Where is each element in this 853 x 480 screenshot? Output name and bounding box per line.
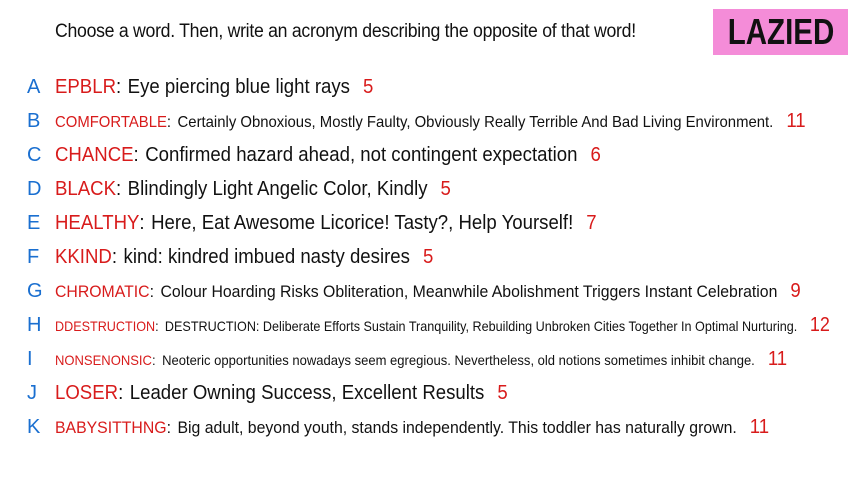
item-acronym: Colour Hoarding Risks Obliteration, Mean… bbox=[160, 281, 778, 301]
item-word: CHANCE bbox=[55, 143, 134, 166]
list-item-d: D BLACK: Blindingly Light Angelic Color,… bbox=[0, 172, 853, 206]
item-word: BLACK bbox=[55, 177, 117, 200]
item-content: KKIND: kind: kindred imbued nasty desire… bbox=[55, 245, 434, 268]
list-item-i: I NONSENONSIC: Neoteric opportunities no… bbox=[0, 342, 853, 376]
item-letter: K bbox=[27, 415, 41, 438]
item-count: 11 bbox=[786, 109, 806, 132]
list-item-b: B COMFORTABLE: Certainly Obnoxious, Most… bbox=[0, 104, 853, 138]
list-item-a: A EPBLR: Eye piercing blue light rays 5 bbox=[0, 70, 853, 104]
item-count: 9 bbox=[790, 279, 801, 302]
list-item-g: G CHROMATIC: Colour Hoarding Risks Oblit… bbox=[0, 274, 853, 308]
item-acronym: Neoteric opportunities nowadays seem egr… bbox=[162, 351, 755, 368]
item-acronym: Here, Eat Awesome Licorice! Tasty?, Help… bbox=[151, 211, 574, 234]
item-word: EPBLR bbox=[55, 75, 117, 98]
prompt-text: Choose a word. Then, write an acronym de… bbox=[55, 21, 636, 42]
item-word: CHROMATIC bbox=[55, 281, 150, 301]
item-acronym: Blindingly Light Angelic Color, Kindly bbox=[127, 177, 428, 200]
item-content: HEALTHY: Here, Eat Awesome Licorice! Tas… bbox=[55, 211, 597, 234]
item-content: COMFORTABLE: Certainly Obnoxious, Mostly… bbox=[55, 109, 806, 132]
item-count: 5 bbox=[362, 75, 374, 98]
item-content: BLACK: Blindingly Light Angelic Color, K… bbox=[55, 177, 451, 200]
title-badge: LAZIED bbox=[713, 9, 848, 55]
item-acronym: kind: kindred imbued nasty desires bbox=[123, 245, 410, 268]
item-content: LOSER: Leader Owning Success, Excellent … bbox=[55, 381, 508, 404]
list-item-e: E HEALTHY: Here, Eat Awesome Licorice! T… bbox=[0, 206, 853, 240]
item-letter: C bbox=[27, 143, 42, 166]
item-word: NONSENONSIC bbox=[55, 351, 152, 368]
item-count: 7 bbox=[586, 211, 597, 234]
item-count: 5 bbox=[440, 177, 451, 200]
item-letter: G bbox=[27, 279, 43, 302]
list-item-h: H DDESTRUCTION: DESTRUCTION: Deliberate … bbox=[0, 308, 853, 342]
item-count: 12 bbox=[809, 313, 830, 336]
item-letter: B bbox=[27, 109, 41, 132]
item-content: CHANCE: Confirmed hazard ahead, not cont… bbox=[55, 143, 601, 166]
item-acronym: Eye piercing blue light rays bbox=[127, 75, 350, 98]
item-acronym: Big adult, beyond youth, stands independ… bbox=[177, 417, 737, 437]
item-word: DDESTRUCTION bbox=[55, 317, 156, 334]
item-content: BABYSITTHNG: Big adult, beyond youth, st… bbox=[55, 415, 770, 438]
item-letter: H bbox=[27, 313, 42, 336]
item-content: CHROMATIC: Colour Hoarding Risks Obliter… bbox=[55, 279, 801, 302]
item-word: COMFORTABLE bbox=[55, 113, 167, 131]
list-item-k: K BABYSITTHNG: Big adult, beyond youth, … bbox=[0, 410, 853, 444]
answer-list: A EPBLR: Eye piercing blue light rays 5 … bbox=[0, 70, 853, 444]
item-letter: D bbox=[27, 177, 42, 200]
item-acronym: DESTRUCTION: Deliberate Efforts Sustain … bbox=[164, 317, 798, 334]
item-acronym: Confirmed hazard ahead, not contingent e… bbox=[145, 143, 578, 166]
list-item-c: C CHANCE: Confirmed hazard ahead, not co… bbox=[0, 138, 853, 172]
item-letter: I bbox=[27, 347, 33, 370]
item-letter: A bbox=[27, 75, 41, 98]
item-letter: E bbox=[27, 211, 41, 234]
list-item-f: F KKIND: kind: kindred imbued nasty desi… bbox=[0, 240, 853, 274]
item-count: 5 bbox=[422, 245, 434, 268]
item-word: KKIND bbox=[55, 245, 112, 268]
item-count: 11 bbox=[749, 415, 770, 438]
item-count: 6 bbox=[590, 143, 601, 166]
title-badge-label: LAZIED bbox=[727, 11, 834, 52]
item-count: 11 bbox=[767, 347, 788, 370]
item-content: DDESTRUCTION: DESTRUCTION: Deliberate Ef… bbox=[55, 313, 830, 336]
item-acronym: Certainly Obnoxious, Mostly Faulty, Obvi… bbox=[177, 113, 774, 131]
item-acronym: Leader Owning Success, Excellent Results bbox=[129, 381, 485, 404]
item-count: 5 bbox=[497, 381, 508, 404]
list-item-j: J LOSER: Leader Owning Success, Excellen… bbox=[0, 376, 853, 410]
item-content: NONSENONSIC: Neoteric opportunities nowa… bbox=[55, 347, 788, 370]
item-word: HEALTHY bbox=[55, 211, 140, 234]
item-letter: J bbox=[27, 381, 37, 404]
item-letter: F bbox=[27, 245, 40, 268]
item-content: EPBLR: Eye piercing blue light rays 5 bbox=[55, 75, 374, 98]
item-word: LOSER bbox=[55, 381, 119, 404]
item-word: BABYSITTHNG bbox=[55, 417, 167, 437]
